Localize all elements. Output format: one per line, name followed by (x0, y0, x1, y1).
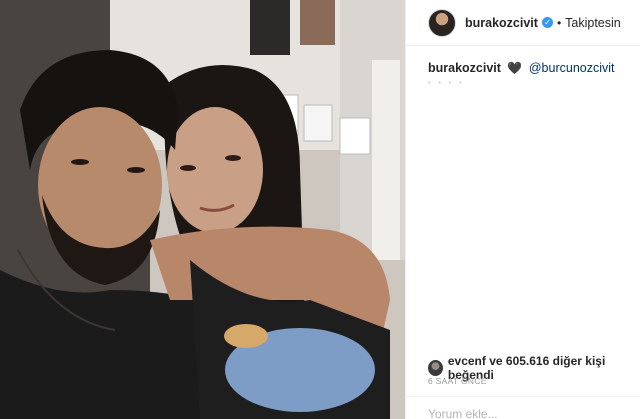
caption-username[interactable]: burakozcivit (428, 61, 501, 75)
header-separator: • (556, 15, 562, 30)
black-heart-icon: 🖤 (507, 61, 523, 75)
liker-avatar[interactable] (428, 360, 443, 376)
header-username[interactable]: burakozcivit (465, 16, 538, 30)
follow-status-button[interactable]: Takiptesin (565, 16, 621, 30)
post-header: burakozcivit ✓ • Takiptesin (406, 0, 640, 46)
verified-badge-icon: ✓ (541, 17, 553, 28)
post-side-panel: burakozcivit ✓ • Takiptesin burakozcivit… (405, 0, 640, 419)
post-timestamp[interactable]: 6 SAAT ÖNCE (428, 376, 487, 386)
post-caption: burakozcivit 🖤 @burcunozcivit (428, 60, 628, 76)
profile-avatar[interactable] (428, 8, 456, 37)
comment-section (406, 396, 640, 419)
caption-dots: • • • • (428, 80, 465, 87)
photo-illustration (0, 0, 405, 419)
caption-mention-link[interactable]: @burcunozcivit (529, 61, 615, 75)
post-photo[interactable] (0, 0, 405, 419)
comment-input[interactable] (428, 407, 618, 419)
